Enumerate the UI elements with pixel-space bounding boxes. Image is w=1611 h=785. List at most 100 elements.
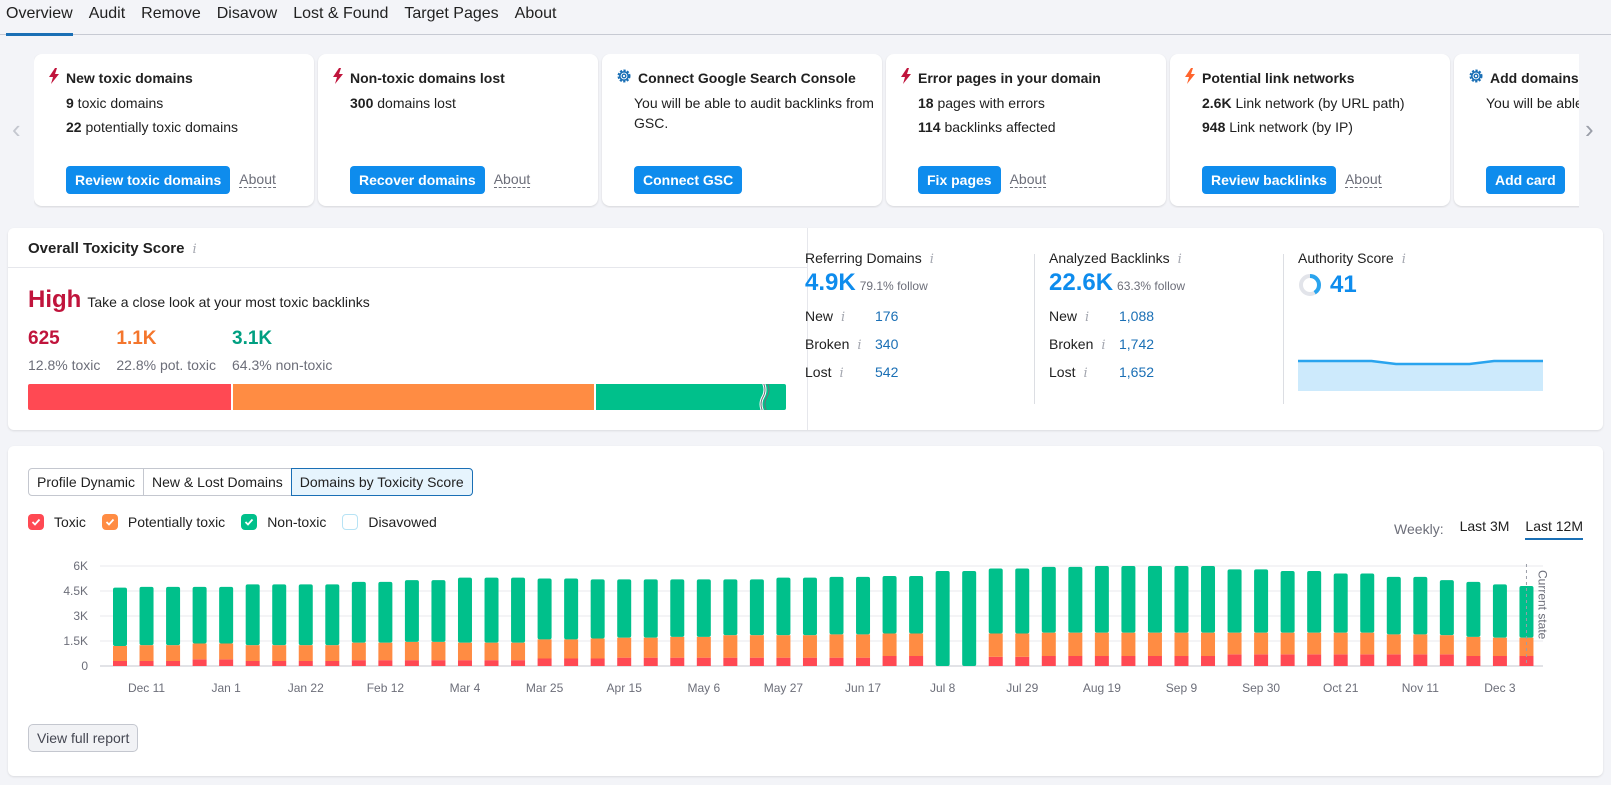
- bar-toxic[interactable]: [1015, 656, 1030, 666]
- bar-toxic[interactable]: [351, 660, 366, 666]
- bar-non-toxic[interactable]: [192, 586, 207, 644]
- bar-non-toxic[interactable]: [802, 577, 817, 636]
- bar-non-toxic[interactable]: [1280, 571, 1295, 633]
- bar-toxic[interactable]: [1386, 654, 1401, 666]
- bar-toxic[interactable]: [192, 659, 207, 666]
- bar-toxic[interactable]: [484, 660, 499, 666]
- bar-toxic[interactable]: [1227, 654, 1242, 666]
- tab-target-pages[interactable]: Target Pages: [404, 0, 498, 35]
- bar-toxic[interactable]: [1041, 656, 1056, 666]
- legend-checkbox[interactable]: [241, 514, 258, 530]
- bar-potentially-toxic[interactable]: [1147, 632, 1162, 656]
- bar-non-toxic[interactable]: [1174, 566, 1189, 633]
- tab-disavow[interactable]: Disavow: [217, 0, 277, 35]
- bar-potentially-toxic[interactable]: [643, 637, 658, 658]
- info-icon[interactable]: i: [1178, 252, 1182, 267]
- bar-non-toxic[interactable]: [909, 576, 924, 634]
- bar-potentially-toxic[interactable]: [1386, 634, 1401, 655]
- bar-potentially-toxic[interactable]: [1360, 632, 1375, 655]
- legend-item-non-toxic[interactable]: Non-toxic: [241, 514, 326, 530]
- bar-potentially-toxic[interactable]: [1519, 637, 1534, 656]
- bar-toxic[interactable]: [1492, 656, 1507, 666]
- bar-toxic[interactable]: [670, 657, 685, 666]
- bar-potentially-toxic[interactable]: [511, 642, 526, 661]
- bar-potentially-toxic[interactable]: [113, 646, 127, 661]
- bar-potentially-toxic[interactable]: [139, 645, 154, 661]
- bar-non-toxic[interactable]: [351, 581, 366, 643]
- period-last-3m[interactable]: Last 3M: [1460, 518, 1510, 540]
- bar-non-toxic[interactable]: [1519, 586, 1534, 638]
- bar-toxic[interactable]: [1174, 656, 1189, 666]
- bar-non-toxic[interactable]: [139, 586, 154, 646]
- bar-potentially-toxic[interactable]: [882, 633, 897, 657]
- legend-checkbox[interactable]: [28, 514, 44, 530]
- tab-audit[interactable]: Audit: [89, 0, 125, 35]
- info-icon[interactable]: i: [857, 338, 861, 353]
- card-action-button[interactable]: Review backlinks: [1202, 166, 1336, 194]
- metric-row-value[interactable]: 1,652: [1119, 364, 1154, 380]
- bar-potentially-toxic[interactable]: [245, 645, 260, 661]
- bar-toxic[interactable]: [1439, 654, 1454, 666]
- bar-potentially-toxic[interactable]: [457, 642, 472, 661]
- bar-toxic[interactable]: [1360, 654, 1375, 666]
- bar-non-toxic[interactable]: [113, 587, 127, 646]
- info-icon[interactable]: i: [1085, 310, 1089, 325]
- bar-non-toxic[interactable]: [1227, 569, 1242, 633]
- bar-toxic[interactable]: [1094, 656, 1109, 666]
- metric-row-value[interactable]: 176: [875, 308, 898, 324]
- bar-non-toxic[interactable]: [1147, 566, 1162, 633]
- bar-potentially-toxic[interactable]: [696, 636, 711, 658]
- bar-potentially-toxic[interactable]: [1015, 633, 1030, 657]
- bar-non-toxic[interactable]: [670, 579, 685, 637]
- bar-toxic[interactable]: [113, 661, 127, 666]
- legend-item-disavowed[interactable]: Disavowed: [342, 514, 437, 530]
- info-icon[interactable]: i: [839, 366, 843, 381]
- bar-non-toxic[interactable]: [1201, 566, 1216, 633]
- tab-lost-found[interactable]: Lost & Found: [293, 0, 388, 35]
- period-last-12m[interactable]: Last 12M: [1525, 518, 1583, 540]
- bar-potentially-toxic[interactable]: [325, 645, 340, 661]
- bar-toxic[interactable]: [1413, 654, 1428, 666]
- info-icon[interactable]: i: [1083, 366, 1087, 381]
- bar-non-toxic[interactable]: [962, 571, 977, 666]
- legend-item-potentially-toxic[interactable]: Potentially toxic: [101, 514, 225, 530]
- carousel-prev-arrow-icon[interactable]: ‹: [12, 114, 21, 145]
- bar-toxic[interactable]: [298, 661, 313, 666]
- bar-non-toxic[interactable]: [1466, 581, 1481, 637]
- bar-non-toxic[interactable]: [219, 586, 234, 644]
- tab-about[interactable]: About: [515, 0, 557, 35]
- bar-toxic[interactable]: [1254, 654, 1269, 666]
- bar-toxic[interactable]: [1068, 656, 1083, 666]
- bar-potentially-toxic[interactable]: [670, 636, 685, 658]
- about-link[interactable]: About: [239, 172, 276, 188]
- bar-toxic[interactable]: [378, 660, 393, 666]
- bar-potentially-toxic[interactable]: [1439, 635, 1454, 655]
- bar-non-toxic[interactable]: [590, 579, 605, 639]
- tab-remove[interactable]: Remove: [141, 0, 201, 35]
- bar-potentially-toxic[interactable]: [431, 641, 446, 661]
- bar-non-toxic[interactable]: [1492, 584, 1507, 638]
- bar-toxic[interactable]: [1201, 656, 1216, 666]
- bar-potentially-toxic[interactable]: [1492, 637, 1507, 656]
- bar-toxic[interactable]: [1307, 654, 1322, 666]
- bar-toxic[interactable]: [776, 657, 791, 666]
- bar-potentially-toxic[interactable]: [723, 635, 738, 658]
- bar-toxic[interactable]: [219, 659, 234, 666]
- bar-potentially-toxic[interactable]: [537, 639, 552, 659]
- bar-potentially-toxic[interactable]: [1174, 632, 1189, 656]
- bar-non-toxic[interactable]: [325, 584, 340, 646]
- bar-non-toxic[interactable]: [1333, 573, 1348, 633]
- card-action-button[interactable]: Fix pages: [918, 166, 1001, 194]
- bar-non-toxic[interactable]: [378, 581, 393, 643]
- bar-non-toxic[interactable]: [1439, 580, 1454, 636]
- bar-toxic[interactable]: [829, 657, 844, 666]
- bar-non-toxic[interactable]: [245, 584, 260, 646]
- bar-non-toxic[interactable]: [643, 579, 658, 638]
- view-full-report-button[interactable]: View full report: [28, 724, 139, 752]
- bar-toxic[interactable]: [404, 660, 419, 666]
- bar-potentially-toxic[interactable]: [749, 635, 764, 658]
- bar-toxic[interactable]: [723, 657, 738, 666]
- bar-toxic[interactable]: [245, 661, 260, 666]
- bar-potentially-toxic[interactable]: [404, 641, 419, 661]
- bar-toxic[interactable]: [988, 656, 1003, 666]
